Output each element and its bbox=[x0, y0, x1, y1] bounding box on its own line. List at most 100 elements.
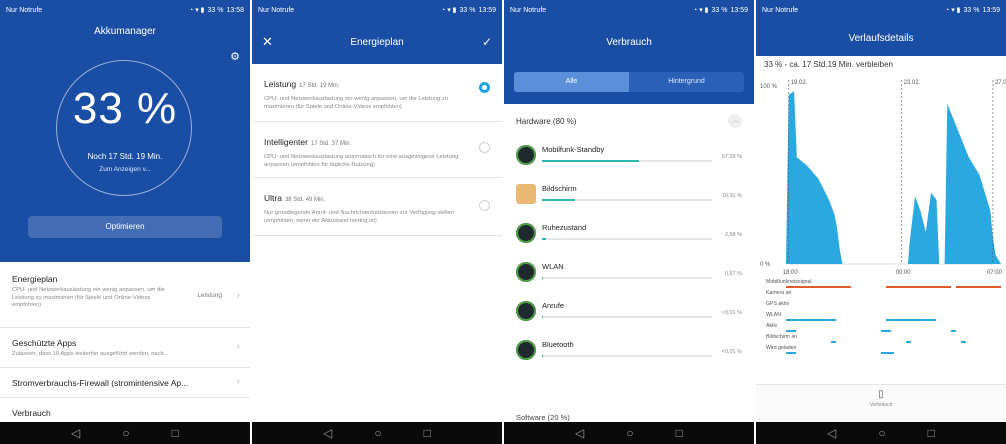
activity-lane-label: Kamera an bbox=[766, 290, 792, 296]
home-icon[interactable]: ○ bbox=[626, 422, 633, 444]
status-icons: ◔ ▾ ▮ bbox=[945, 7, 961, 14]
consumption-tab[interactable]: ▯ Verbrauch bbox=[756, 384, 1006, 422]
battery-label: 33 % bbox=[459, 6, 476, 14]
list-item-power-plan[interactable]: Energieplan CPU- und Netzwerkauslastung … bbox=[0, 262, 250, 328]
recents-icon[interactable]: □ bbox=[424, 422, 431, 444]
activity-segment bbox=[906, 341, 911, 343]
history-details-screen: Nur Notrufe ◔ ▾ ▮ 33 % 13:59 Verlaufsdetai… bbox=[756, 0, 1006, 444]
radio-selected[interactable] bbox=[479, 82, 490, 93]
activity-lane: Kamera an bbox=[756, 289, 1006, 300]
usage-bar-track bbox=[542, 355, 712, 357]
usage-bar-track bbox=[542, 160, 712, 162]
plan-option-smart[interactable]: Intelligenter 17 Std. 37 Min. CPU- und Ne… bbox=[252, 122, 502, 178]
usage-bar-track bbox=[542, 277, 712, 279]
list-item-power-firewall[interactable]: Stromverbrauchs-Firewall (stromintensive… bbox=[0, 368, 250, 398]
x-tick-label: 07:00 bbox=[987, 270, 1003, 276]
navigation-bar: ◁ ○ □ bbox=[252, 422, 502, 444]
activity-segment bbox=[951, 330, 956, 332]
tab-all[interactable]: Alle bbox=[514, 72, 629, 92]
status-bar: Nur Notrufe ◔ ▾ ▮ 33 % 13:59 bbox=[756, 0, 1006, 20]
battery-history-chart: 19.02. 23.02. 27.02. 100 % 0 % 18:00 00:00 07:0… bbox=[756, 68, 1006, 278]
list-item-consumption[interactable]: Verbrauch bbox=[0, 398, 250, 422]
usage-item[interactable]: Ruhezustand 2,58 % bbox=[504, 214, 754, 253]
list-item-title: Energieplan bbox=[12, 274, 58, 284]
usage-bar-fill bbox=[542, 355, 543, 357]
phone-icon bbox=[516, 301, 536, 321]
back-icon[interactable]: ◁ bbox=[323, 422, 332, 444]
app-title-bar: ✕ Energieplan ✓ bbox=[252, 20, 502, 64]
carrier-label: Nur Notrufe bbox=[258, 6, 295, 14]
idle-icon bbox=[516, 223, 536, 243]
usage-item[interactable]: Bluetooth <0,01 % bbox=[504, 331, 754, 370]
carrier-label: Nur Notrufe bbox=[762, 6, 799, 14]
hardware-section-header[interactable]: Hardware (80 %) ︿ bbox=[504, 106, 754, 136]
list-item-desc: CPU- und Netzwerkauslastung ein wenig an… bbox=[12, 287, 165, 308]
clock: 13:59 bbox=[982, 6, 1000, 14]
recents-icon[interactable]: □ bbox=[928, 422, 935, 444]
recents-icon[interactable]: □ bbox=[172, 422, 179, 444]
gear-icon[interactable]: ⚙ bbox=[230, 50, 240, 63]
radio-unselected[interactable] bbox=[479, 200, 490, 211]
usage-item[interactable]: Anrufe <0,01 % bbox=[504, 292, 754, 331]
navigation-bar: ◁ ○ □ bbox=[0, 422, 250, 444]
usage-item[interactable]: Bildschirm 19,31 % bbox=[504, 175, 754, 214]
list-item-title: Verbrauch bbox=[12, 408, 51, 418]
chevron-right-icon: › bbox=[236, 341, 240, 352]
list-item-title: Stromverbrauchs-Firewall (stromintensive… bbox=[12, 378, 189, 388]
radio-unselected[interactable] bbox=[479, 142, 490, 153]
consumption-screen: Nur Notrufe ◔ ▾ ▮ 33 % 13:59 Verbrauch All… bbox=[504, 0, 754, 444]
close-icon[interactable]: ✕ bbox=[262, 34, 273, 50]
page-title: Akkumanager bbox=[94, 25, 156, 37]
navigation-bar: ◁ ○ □ bbox=[756, 422, 1006, 444]
usage-item-label: Bluetooth bbox=[542, 340, 574, 349]
usage-bar-fill bbox=[542, 199, 575, 201]
home-icon[interactable]: ○ bbox=[122, 422, 129, 444]
home-icon[interactable]: ○ bbox=[878, 422, 885, 444]
activity-lane-label: Mobilfunknetzsignal bbox=[766, 279, 812, 285]
page-title: Verbrauch bbox=[606, 36, 652, 48]
usage-item-label: WLAN bbox=[542, 262, 564, 271]
settings-list: Energieplan CPU- und Netzwerkauslastung … bbox=[0, 262, 250, 422]
usage-item[interactable]: Mobilfunk-Standby 57,29 % bbox=[504, 136, 754, 175]
x-tick-label: 18:00 bbox=[783, 270, 799, 276]
power-plan-screen: Nur Notrufe ◔ ▾ ▮ 33 % 13:59 ✕ Energieplan… bbox=[252, 0, 502, 444]
battery-level-area bbox=[786, 91, 1001, 264]
app-title-bar: Akkumanager bbox=[0, 20, 250, 42]
check-icon[interactable]: ✓ bbox=[482, 35, 492, 49]
activity-lane: Bildschirm an bbox=[756, 333, 1006, 344]
page-title: Energieplan bbox=[350, 36, 404, 48]
back-icon[interactable]: ◁ bbox=[827, 422, 836, 444]
navigation-bar: ◁ ○ □ bbox=[504, 422, 754, 444]
activity-lane-label: Wird geladen bbox=[766, 345, 797, 351]
plan-option-performance[interactable]: Leistung 17 Std. 19 Min. CPU- und Netzwer… bbox=[252, 64, 502, 122]
usage-bar-fill bbox=[542, 316, 543, 318]
usage-bar-fill bbox=[542, 238, 547, 240]
back-icon[interactable]: ◁ bbox=[71, 422, 80, 444]
view-details-hint[interactable]: Zum Anzeigen v... bbox=[0, 166, 250, 173]
plan-option-ultra[interactable]: Ultra 38 Std. 49 Min. Nur grundlegende An… bbox=[252, 178, 502, 236]
activity-segment bbox=[786, 330, 796, 332]
recents-icon[interactable]: □ bbox=[676, 422, 683, 444]
clock: 13:58 bbox=[226, 6, 244, 14]
battery-label: 33 % bbox=[711, 6, 728, 14]
tab-background[interactable]: Hintergrund bbox=[629, 72, 744, 92]
usage-item-value: 19,31 % bbox=[721, 193, 742, 199]
status-bar: Nur Notrufe ◔ ▾ ▮ 33 % 13:58 bbox=[0, 0, 250, 20]
usage-item-value: 57,29 % bbox=[721, 154, 742, 160]
activity-lanes: Mobilfunknetzsignal Kamera an GPS aktiv WLA… bbox=[756, 278, 1006, 355]
list-item-desc: Zulassen, dass 10 Apps weiterhin ausgefü… bbox=[12, 351, 169, 357]
list-item-protected-apps[interactable]: Geschützte Apps Zulassen, dass 10 Apps w… bbox=[0, 328, 250, 368]
chevron-up-icon[interactable]: ︿ bbox=[728, 114, 742, 128]
plan-name: Leistung bbox=[264, 79, 297, 89]
software-section-header[interactable]: Software (20 %) bbox=[516, 413, 570, 422]
back-icon[interactable]: ◁ bbox=[575, 422, 584, 444]
app-title-bar: Verlaufsdetails bbox=[756, 20, 1006, 56]
status-bar: Nur Notrufe ◔ ▾ ▮ 33 % 13:59 bbox=[504, 0, 754, 20]
usage-bar-track bbox=[542, 238, 712, 240]
date-marker-label: 19.02. bbox=[791, 80, 808, 86]
optimize-button[interactable]: Optimieren bbox=[28, 216, 222, 238]
usage-bar-track bbox=[542, 316, 712, 318]
plan-desc: CPU- und Netzwerkauslastung automatisch … bbox=[264, 154, 459, 168]
usage-item[interactable]: WLAN 0,57 % bbox=[504, 253, 754, 292]
home-icon[interactable]: ○ bbox=[374, 422, 381, 444]
